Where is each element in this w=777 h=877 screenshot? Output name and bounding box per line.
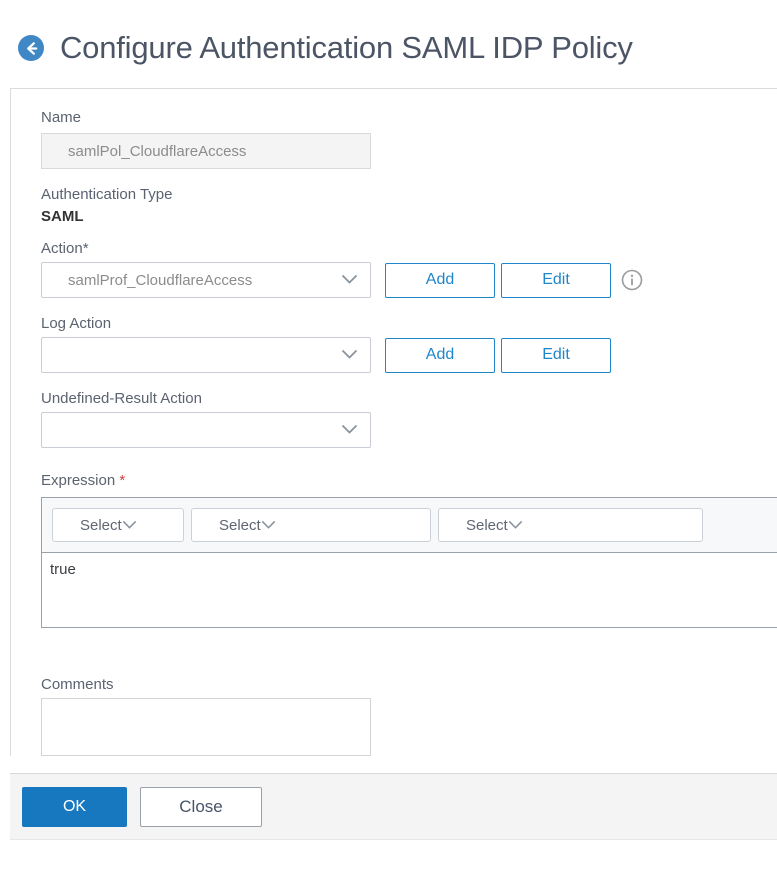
authentication-type-label: Authentication Type: [41, 186, 173, 203]
expression-operator-select-2[interactable]: Select: [191, 508, 431, 542]
info-icon[interactable]: [621, 269, 643, 291]
close-button[interactable]: Close: [140, 786, 262, 827]
expression-operator-select-3[interactable]: Select: [438, 508, 703, 542]
expression-editor: Select Select Select true: [41, 497, 777, 628]
chevron-down-icon: [122, 517, 137, 534]
expression-toolbar: Select Select Select: [42, 498, 777, 553]
action-select[interactable]: samlProf_CloudflareAccess: [41, 262, 371, 298]
chevron-down-icon: [341, 347, 358, 364]
arrow-left-icon: [24, 41, 39, 56]
action-label: Action*: [41, 240, 89, 257]
undefined-result-action-select[interactable]: [41, 412, 371, 448]
comments-label: Comments: [41, 676, 114, 693]
expression-label-text: Expression: [41, 472, 116, 489]
comments-input[interactable]: [41, 698, 371, 756]
chevron-down-icon: [341, 422, 358, 439]
ok-button[interactable]: OK: [22, 786, 127, 827]
expression-operator-select-3-value: Select: [466, 516, 508, 534]
log-action-label: Log Action: [41, 315, 112, 332]
authentication-type-value: SAML: [41, 208, 84, 225]
action-row: samlProf_CloudflareAccess Add Edit: [41, 262, 777, 298]
page-header: Configure Authentication SAML IDP Policy: [0, 0, 777, 88]
name-input: [41, 133, 371, 169]
expression-label: Expression *: [41, 473, 777, 488]
action-edit-button[interactable]: Edit: [501, 262, 611, 298]
chevron-down-icon: [341, 272, 358, 289]
action-select-value: samlProf_CloudflareAccess: [68, 271, 253, 289]
name-label: Name: [41, 109, 82, 126]
expression-operator-select-1-value: Select: [80, 516, 122, 534]
undefined-result-action-label: Undefined-Result Action: [41, 390, 202, 407]
configure-saml-idp-policy-page: Configure Authentication SAML IDP Policy…: [0, 0, 777, 877]
expression-input[interactable]: true: [42, 553, 777, 627]
log-action-add-button[interactable]: Add: [385, 337, 495, 373]
form-content: Name Authentication Type SAML Action* sa…: [11, 89, 777, 756]
log-action-row: Add Edit: [41, 337, 777, 373]
footer-bar: OK Close: [10, 773, 777, 840]
log-action-select[interactable]: [41, 337, 371, 373]
chevron-down-icon: [508, 517, 523, 534]
action-add-button[interactable]: Add: [385, 262, 495, 298]
expression-operator-select-1[interactable]: Select: [52, 508, 184, 542]
required-asterisk: *: [119, 472, 126, 489]
chevron-down-icon: [261, 517, 276, 534]
page-title: Configure Authentication SAML IDP Policy: [60, 30, 633, 65]
back-button[interactable]: [18, 35, 44, 61]
log-action-edit-button[interactable]: Edit: [501, 337, 611, 373]
form-panel: Name Authentication Type SAML Action* sa…: [10, 88, 777, 756]
expression-operator-select-2-value: Select: [219, 516, 261, 534]
